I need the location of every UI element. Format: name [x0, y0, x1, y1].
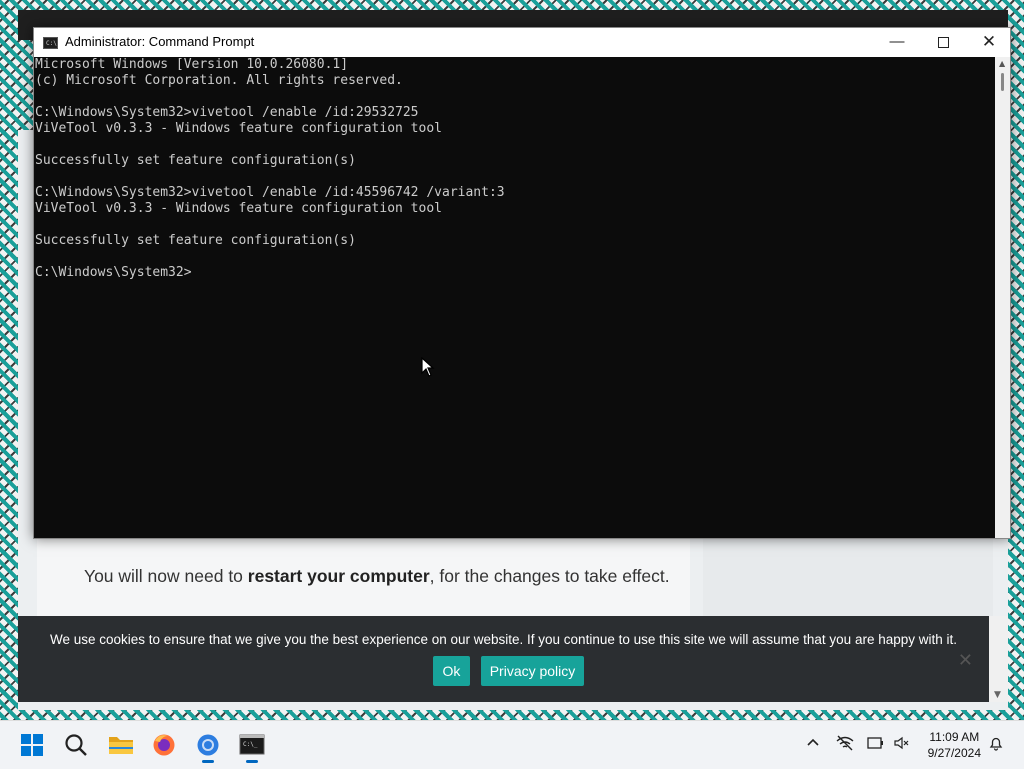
console-line: Successfully set feature configuration(s… [35, 233, 356, 248]
console-line: ViVeTool v0.3.3 - Windows feature config… [35, 121, 442, 136]
maximize-button[interactable] [920, 28, 966, 57]
browser-scrollbar[interactable]: ▼ [989, 616, 1008, 702]
console-line: ViVeTool v0.3.3 - Windows feature config… [35, 201, 442, 216]
network-off-icon[interactable] [836, 735, 854, 755]
file-explorer-icon[interactable] [108, 733, 134, 757]
cookie-banner: We use cookies to ensure that we give yo… [18, 616, 989, 702]
chrome-active-indicator [202, 760, 214, 763]
battery-icon[interactable] [867, 735, 885, 755]
window-title: Administrator: Command Prompt [65, 34, 255, 49]
console-output[interactable]: Microsoft Windows [Version 10.0.26080.1]… [34, 57, 995, 538]
maximize-icon [937, 36, 949, 48]
scroll-up-icon[interactable]: ▲ [999, 59, 1005, 68]
scroll-thumb[interactable] [1001, 73, 1004, 91]
console-prompt[interactable]: C:\Windows\System32> [35, 265, 192, 281]
clock-time: 11:09 AM [929, 730, 980, 744]
close-button[interactable]: ✕ [966, 28, 1012, 57]
window-titlebar[interactable]: C:\ Administrator: Command Prompt — ✕ [34, 28, 1010, 57]
notifications-icon[interactable] [988, 735, 1004, 755]
command-prompt-app-icon: C:\ [43, 37, 58, 49]
mouse-pointer-icon [421, 357, 435, 377]
system-clock[interactable]: 11:09 AM 9/27/2024 [928, 729, 981, 761]
terminal-active-indicator [246, 760, 258, 763]
article-paragraph: You will now need to restart your comput… [84, 566, 670, 586]
terminal-icon[interactable]: C:\_ [239, 733, 265, 763]
command-prompt-window: C:\ Administrator: Command Prompt — ✕ Mi… [33, 27, 1011, 539]
taskbar: C:\_ 11:09 AM 9/27/2024 [0, 720, 1024, 769]
console-line: (c) Microsoft Corporation. All rights re… [35, 73, 403, 88]
firefox-icon[interactable] [151, 733, 177, 757]
scroll-down-icon[interactable]: ▼ [994, 690, 1001, 700]
cookie-ok-button[interactable]: Ok [433, 656, 470, 686]
chrome-icon[interactable] [195, 733, 221, 763]
volume-mute-icon[interactable] [893, 735, 911, 755]
console-scrollbar[interactable]: ▲ [995, 57, 1010, 538]
chevron-up-icon[interactable] [806, 735, 820, 753]
privacy-policy-button[interactable]: Privacy policy [481, 656, 584, 686]
minimize-button[interactable]: — [874, 28, 920, 57]
side-panel [703, 536, 993, 616]
console-line: C:\Windows\System32>vivetool /enable /id… [35, 185, 505, 200]
cookie-close-icon[interactable]: ✕ [958, 650, 973, 671]
console-line: Successfully set feature configuration(s… [35, 153, 356, 168]
cookie-message: We use cookies to ensure that we give yo… [50, 632, 957, 647]
console-line: Microsoft Windows [Version 10.0.26080.1] [35, 57, 349, 72]
article-bold-text: restart your computer [247, 566, 430, 586]
search-icon[interactable] [64, 733, 90, 757]
console-line: C:\Windows\System32>vivetool /enable /id… [35, 105, 419, 120]
start-icon[interactable] [20, 733, 46, 757]
clock-date: 9/27/2024 [927, 746, 981, 760]
svg-text:C:\_: C:\_ [243, 741, 258, 748]
